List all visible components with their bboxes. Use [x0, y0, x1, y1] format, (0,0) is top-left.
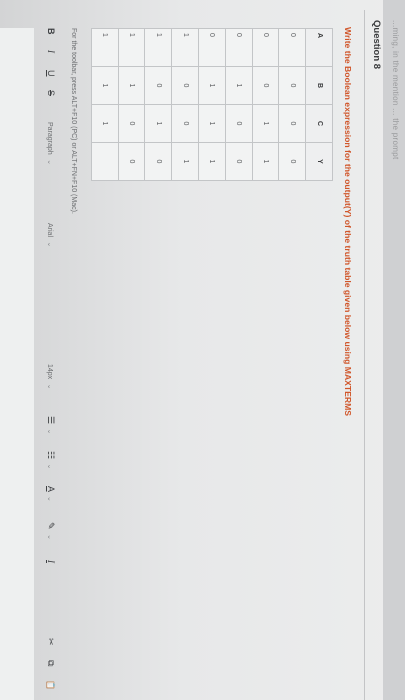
cell-b: 0	[144, 66, 172, 105]
copy-icon: ⧉	[46, 660, 56, 667]
cell-a: 1	[171, 28, 199, 67]
cell-b: 1	[118, 66, 145, 105]
chevron-down-icon: ⌄	[46, 383, 53, 390]
cell-c: 1	[144, 104, 172, 143]
text-color-button[interactable]: A ⌄	[38, 486, 64, 502]
column-header-y: Y	[305, 142, 333, 181]
table-row: 0 0 0 0	[278, 28, 306, 181]
table-row: 0 1 0 0	[225, 28, 253, 181]
cell-c: 0	[118, 104, 145, 143]
cell-y: 0	[144, 142, 172, 181]
cell-y: 0	[278, 142, 306, 181]
cell-c: 1	[91, 104, 119, 143]
cell-a: 0	[252, 28, 279, 67]
exam-sheet: ...ming, in the mention ... the prompt Q…	[0, 0, 405, 700]
table-row: 1 1 0 0	[118, 28, 145, 181]
cell-c: 1	[198, 104, 226, 143]
answer-text-area[interactable]	[0, 28, 35, 700]
underline-button[interactable]: U	[38, 70, 64, 77]
toolbar-hint: For the toolbar, press ALT+F10 (PC) or A…	[70, 28, 77, 214]
cell-a: 1	[91, 28, 119, 67]
divider	[364, 10, 365, 700]
header-strip: ...ming, in the mention ... the prompt	[383, 0, 405, 700]
chevron-down-icon: ⌄	[46, 241, 53, 248]
chevron-down-icon: ⌄	[46, 159, 53, 166]
font-dropdown[interactable]: Arial ⌄	[38, 223, 64, 247]
question-title: Question 8	[371, 20, 382, 70]
cell-c: 0	[278, 104, 306, 143]
font-dropdown-label: Arial	[46, 223, 53, 238]
cell-b: 1	[91, 66, 119, 105]
scissors-icon: ✂	[46, 638, 56, 646]
bold-button[interactable]: B	[38, 28, 64, 35]
cell-a: 1	[118, 28, 145, 67]
table-row: 1 1 1	[91, 28, 119, 181]
chevron-down-icon: ⌄	[46, 428, 53, 435]
cell-c: 1	[252, 104, 279, 143]
cell-c: 0	[171, 104, 199, 143]
table-row: 1 0 1 0	[144, 28, 172, 181]
cell-y: 1	[171, 142, 199, 181]
cell-y: 0	[225, 142, 253, 181]
text-color-icon: A	[46, 486, 56, 492]
cut-button[interactable]: ✂	[38, 638, 64, 646]
cell-c: 0	[225, 104, 253, 143]
paragraph-dropdown-label: Paragraph	[46, 122, 53, 155]
table-header-row: A B C Y	[305, 28, 333, 181]
numbered-list-icon: ☷	[46, 451, 56, 460]
column-header-b: B	[305, 66, 333, 105]
clipboard-icon: 📋	[46, 680, 55, 690]
table-row: 1 0 0 1	[171, 28, 199, 181]
strikethrough-button[interactable]: S	[38, 90, 64, 96]
copy-button[interactable]: ⧉	[38, 660, 64, 666]
font-size-dropdown[interactable]: 14px ⌄	[38, 364, 64, 390]
cell-a: 0	[225, 28, 253, 67]
chevron-down-icon: ⌄	[46, 463, 53, 470]
highlight-icon: ✎	[46, 522, 56, 530]
column-header-c: C	[305, 104, 333, 143]
cell-b: 1	[225, 66, 253, 105]
paste-button[interactable]: 📋	[38, 680, 64, 690]
question-prompt: Write the Boolean expression for the out…	[343, 27, 353, 416]
highlight-button[interactable]: ✎ ⌄	[38, 522, 64, 540]
cell-a: 0	[198, 28, 226, 67]
cell-y: 0	[118, 142, 145, 181]
cell-y	[91, 142, 119, 181]
table-row: 0 1 1 1	[198, 28, 226, 181]
cell-b: 0	[171, 66, 199, 105]
column-header-a: A	[305, 28, 333, 67]
cell-y: 1	[198, 142, 226, 181]
cell-b: 0	[252, 66, 279, 105]
numbered-list-button[interactable]: ☷ ⌄	[38, 451, 64, 469]
header-strip-text: ...ming, in the mention ... the prompt	[391, 20, 400, 160]
chevron-down-icon: ⌄	[46, 534, 53, 540]
cell-a: 0	[278, 28, 306, 67]
editor-toolbar: B I U S Paragraph ⌄ Arial ⌄ 14px ⌄ ☰ ⌄ ☷	[38, 28, 64, 700]
bullet-list-button[interactable]: ☰ ⌄	[38, 416, 64, 434]
cell-b: 1	[198, 66, 226, 105]
italic-button[interactable]: I	[38, 50, 64, 53]
truth-table: A B C Y 0 0 0 0 0 0 1 1 0 1 0 0 0 1 1 1 …	[91, 28, 333, 181]
font-size-dropdown-label: 14px	[46, 364, 53, 380]
table-row: 0 0 1 1	[252, 28, 279, 181]
bullet-list-icon: ☰	[46, 416, 56, 425]
paragraph-dropdown[interactable]: Paragraph ⌄	[38, 122, 64, 165]
cell-b: 0	[278, 66, 306, 105]
cell-a: 1	[144, 28, 172, 67]
cell-y: 1	[252, 142, 279, 181]
photo-frame: ...ming, in the mention ... the prompt Q…	[0, 0, 405, 700]
clear-format-button[interactable]: I	[38, 560, 64, 563]
chevron-down-icon: ⌄	[46, 496, 53, 502]
